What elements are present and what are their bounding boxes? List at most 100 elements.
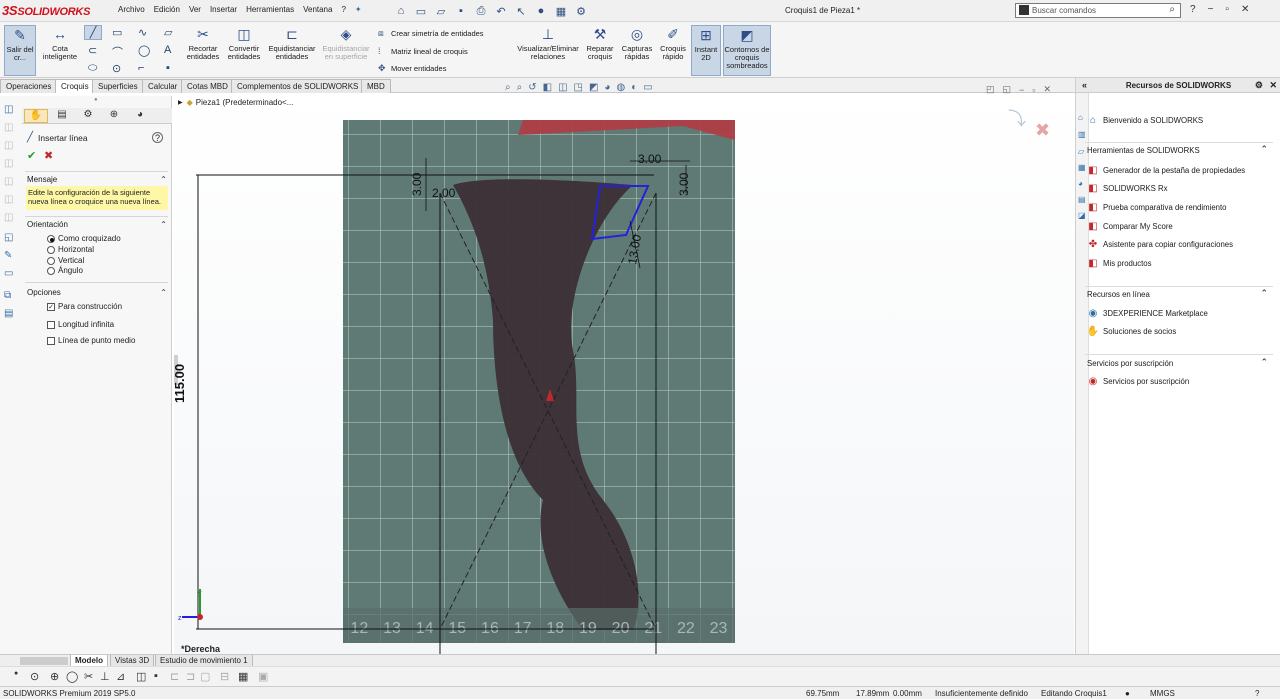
collapse-subscription-icon[interactable]: ⌃ — [1260, 357, 1268, 368]
point-small-icon[interactable]: ▪ — [166, 62, 170, 74]
tab-calcular[interactable]: Calcular — [142, 79, 184, 93]
dynamic-annotation-icon[interactable]: ◫ — [558, 82, 567, 93]
offset-surface-button[interactable]: ◈ Equidistanciar en superficie — [320, 25, 372, 61]
menu-ver[interactable]: Ver — [189, 5, 201, 14]
tool-link[interactable]: ✤ Asistente para copiar configuraciones — [1087, 238, 1233, 250]
tools-section-title[interactable]: Herramientas de SOLIDWORKS — [1087, 146, 1200, 155]
fix-icon[interactable]: ▪ — [154, 670, 158, 682]
circle-icon[interactable]: ◯ — [66, 670, 78, 683]
exit-sketch-button[interactable]: ✎ Salir del cr... — [4, 25, 36, 76]
subscription-section-title[interactable]: Servicios por suscripción — [1087, 359, 1173, 368]
options-section-title[interactable]: Opciones — [27, 288, 61, 297]
tab-superficies[interactable]: Superficies — [92, 79, 144, 93]
checkbox-longitud-infinita[interactable]: Longitud infinita — [47, 320, 114, 329]
collapse-tools-icon[interactable]: ⌃ — [1260, 144, 1268, 155]
collapse-options-icon[interactable]: ⌃ — [160, 288, 167, 297]
linear-pattern-button[interactable]: ⁞ Matriz lineal de croquis — [378, 46, 468, 56]
library-tab-icon[interactable]: ▥ — [1078, 130, 1088, 140]
help-button[interactable]: ? — [152, 132, 163, 143]
layer-icon[interactable]: ◫ — [4, 122, 17, 135]
disabled-tool2-icon[interactable]: ⊐ — [186, 670, 195, 683]
cancel-x-icon[interactable]: ✖ — [44, 149, 53, 162]
slot-tool-icon[interactable]: ⊂ — [88, 44, 97, 57]
hide-show-icon[interactable]: ◕ — [604, 82, 610, 93]
layer3-icon[interactable]: ◫ — [4, 158, 17, 171]
rapid-sketch-button[interactable]: ✐ Croquis rápido — [657, 25, 689, 61]
centerline-icon[interactable]: ⊕ — [50, 670, 59, 683]
rebuild-status-icon[interactable]: ● — [1125, 689, 1130, 698]
repair-sketch-button[interactable]: ⚒ Reparar croquis — [584, 25, 616, 61]
orientation-section-title[interactable]: Orientación — [27, 220, 68, 229]
fillet-tool-icon[interactable]: ⌐ — [138, 62, 144, 74]
text-tool-icon[interactable]: A — [164, 44, 171, 56]
print-icon[interactable]: ⎙ — [473, 3, 489, 19]
collapse-pane-icon[interactable]: « — [1082, 80, 1087, 90]
offset-entities-button[interactable]: ⊏ Equidistanciar entidades — [266, 25, 318, 61]
help-icon[interactable]: ? — [1190, 4, 1196, 15]
select-icon[interactable]: ↖ — [513, 3, 529, 19]
radio-como-croquizado[interactable]: Como croquizado — [47, 234, 121, 243]
pane-pin-icon[interactable]: ✕ — [1269, 80, 1277, 91]
disabled-tool5-icon[interactable]: ▣ — [258, 670, 268, 683]
close-icon[interactable]: ✕ — [1241, 4, 1249, 15]
home-icon[interactable]: ⌂ — [393, 3, 409, 19]
grid-icon[interactable]: ▦ — [238, 670, 248, 683]
traffic-light-icon[interactable]: ● — [533, 3, 549, 19]
scene-icon[interactable]: ◐ — [631, 82, 637, 93]
config-manager-tab-icon[interactable]: ⚙ — [76, 109, 100, 123]
search-icon[interactable]: ⌕ — [1169, 4, 1175, 15]
dot-icon[interactable]: ● — [14, 670, 18, 677]
display-icon[interactable]: ▭ — [4, 268, 17, 281]
quick-snaps-button[interactable]: ◎ Capturas rápidas — [619, 25, 655, 61]
point-tool-icon[interactable]: ⊙ — [112, 62, 121, 75]
sketch-entity-icon[interactable]: ◫ — [4, 104, 17, 117]
online-section-title[interactable]: Recursos en línea — [1087, 290, 1150, 299]
menu-help[interactable]: ? — [341, 5, 345, 14]
polygon-tool-icon[interactable]: ⬭ — [88, 62, 97, 75]
rebuild-icon[interactable]: ▦ — [553, 3, 569, 19]
collapse-orientation-icon[interactable]: ⌃ — [160, 220, 167, 229]
tab-mbd[interactable]: MBD — [361, 79, 391, 93]
minimize-icon[interactable]: − — [1208, 4, 1214, 15]
units-selector[interactable]: MMGS — [1150, 689, 1175, 698]
maximize-icon[interactable]: ▫ — [1225, 4, 1229, 15]
panel-grip-icon[interactable]: ● — [94, 97, 98, 103]
disabled-tool4-icon[interactable]: ⊟ — [220, 670, 229, 683]
tool-link[interactable]: ◧ Mis productos — [1087, 257, 1151, 269]
zoom-fit-icon[interactable]: ⌕ — [505, 82, 511, 93]
welcome-link[interactable]: ⌂ Bienvenido a SOLIDWORKS — [1087, 114, 1203, 126]
layer5-icon[interactable]: ◫ — [4, 194, 17, 207]
menu-insertar[interactable]: Insertar — [210, 5, 237, 14]
layer6-icon[interactable]: ◫ — [4, 212, 17, 225]
arc-tool-icon[interactable]: ⌒ — [112, 44, 123, 60]
tab-operaciones[interactable]: Operaciones — [0, 79, 58, 93]
zoom-area-icon[interactable]: ⌕ — [517, 82, 523, 93]
open-icon[interactable]: ▱ — [433, 3, 449, 19]
trim-entities-button[interactable]: ✂ Recortar entidades — [184, 25, 222, 61]
pin-icon[interactable]: ✦ — [355, 5, 362, 14]
shaded-contours-button[interactable]: ◩ Contornos de croquis sombreados — [723, 25, 771, 76]
search-input[interactable]: Buscar comandos ⌕ — [1015, 3, 1181, 18]
convert-entities-button[interactable]: ◫ Convertir entidades — [225, 25, 263, 61]
spline-tool-icon[interactable]: ∿ — [138, 26, 147, 39]
disabled-tool-icon[interactable]: ⊏ — [170, 670, 179, 683]
search-scope-icon[interactable] — [1019, 5, 1029, 15]
new-icon[interactable]: ▭ — [413, 3, 429, 19]
definition-status[interactable]: Insuficientemente definido — [935, 689, 1028, 698]
layer2-icon[interactable]: ◫ — [4, 140, 17, 153]
instant2d-button[interactable]: ⊞ Instant 2D — [691, 25, 721, 76]
menu-herramientas[interactable]: Herramientas — [246, 5, 294, 14]
tool-link[interactable]: ◧ Comparar My Score — [1087, 220, 1173, 232]
save-icon[interactable]: ▪ — [453, 3, 469, 19]
scroll-grip[interactable] — [20, 657, 68, 665]
smart-dimension-button[interactable]: ↔ Cota inteligente — [42, 25, 78, 61]
relation-icon[interactable]: ◫ — [136, 670, 146, 683]
collapse-online-icon[interactable]: ⌃ — [1260, 288, 1268, 299]
appearance-icon[interactable]: ◍ — [616, 82, 625, 93]
mirror-entities-button[interactable]: ⧈ Crear simetría de entidades — [378, 28, 484, 39]
tab-complementos[interactable]: Complementos de SOLIDWORKS — [231, 79, 365, 93]
layer4-icon[interactable]: ◫ — [4, 176, 17, 189]
tool-link[interactable]: ◧ SOLIDWORKS Rx — [1087, 182, 1167, 194]
disabled-tool3-icon[interactable]: ▢ — [200, 670, 210, 683]
online-link[interactable]: ✋ Soluciones de socios — [1087, 325, 1176, 337]
